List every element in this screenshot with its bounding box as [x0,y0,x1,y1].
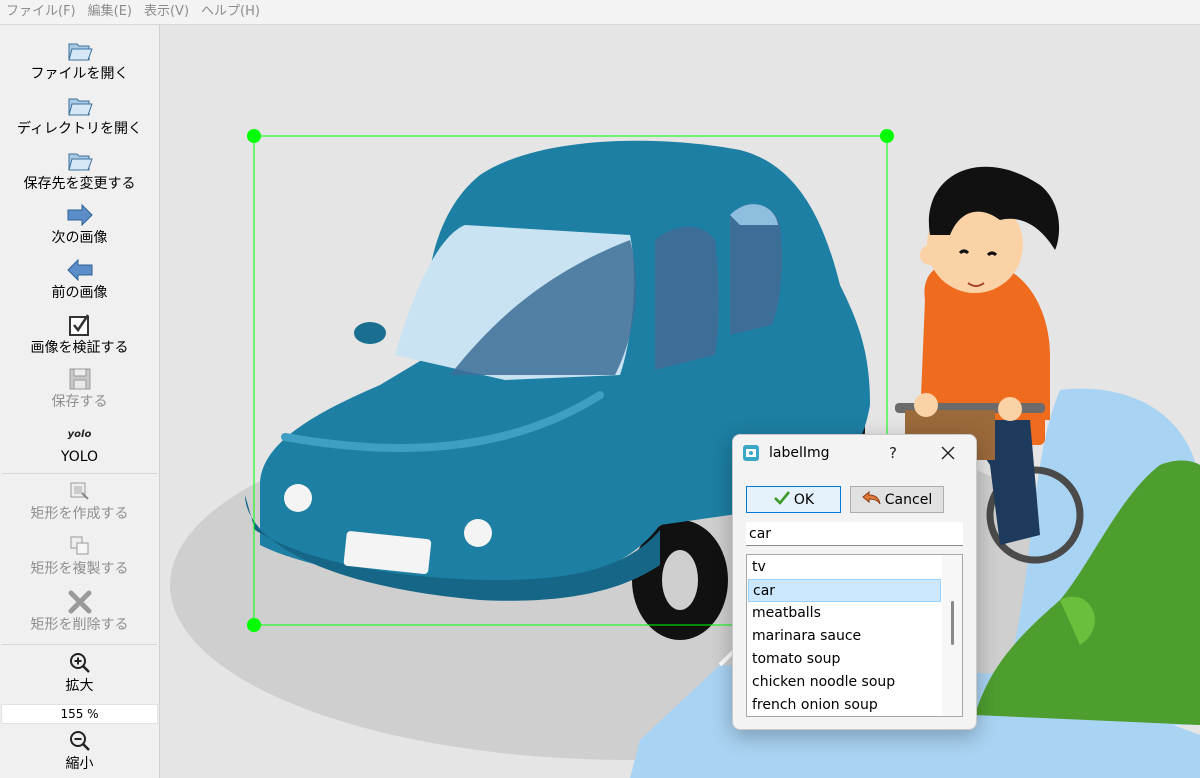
cancel-label: Cancel [884,491,933,508]
checkmark-icon [773,490,791,510]
bbox-handle [247,129,261,143]
save-button[interactable]: 保存する [0,365,159,411]
zoom-value-field[interactable]: 155 % [1,704,158,724]
list-item[interactable]: tomato soup [748,648,941,671]
arrow-right-icon [65,201,95,229]
zoom-out-label: 縮小 [65,756,94,772]
open-dir-button[interactable]: ディレクトリを開く [0,92,159,138]
folder-open-icon [65,92,95,120]
toolbar-divider [2,644,157,645]
ok-label: OK [793,491,815,508]
floppy-disk-icon [65,365,95,393]
open-file-button[interactable]: ファイルを開く [0,37,159,83]
dialog-title: labelImg [769,445,830,461]
checkbox-icon [65,311,95,339]
illustration [170,129,1200,778]
change-save-dir-label: 保存先を変更する [23,176,136,192]
save-label: 保存する [51,394,108,410]
verify-image-label: 画像を検証する [30,340,129,356]
bbox-handle [247,618,261,632]
list-scrollbar[interactable] [942,555,962,716]
list-item[interactable]: tv [748,556,941,579]
menu-edit[interactable]: 編集(E) [82,0,138,24]
next-image-button[interactable]: 次の画像 [0,201,159,247]
folder-open-icon [65,147,95,175]
close-icon[interactable] [936,441,960,465]
cancel-button[interactable]: Cancel [850,486,944,513]
format-label: YOLO [60,449,99,465]
list-item[interactable]: marinara sauce [748,625,941,648]
toolbar: ファイルを開く ディレクトリを開く 保存先を変更する 次の画像 前の画像 画像を… [0,25,160,778]
change-save-dir-button[interactable]: 保存先を変更する [0,147,159,193]
zoom-in-icon [65,649,95,677]
open-dir-label: ディレクトリを開く [16,121,143,137]
help-button[interactable]: ? [881,441,905,465]
menu-file[interactable]: ファイル(F) [0,0,82,24]
ok-button[interactable]: OK [746,486,841,513]
format-yolo-button[interactable]: yolo YOLO [0,420,159,466]
label-input[interactable]: car [746,522,963,546]
create-rect-button[interactable]: 矩形を作成する [0,477,159,523]
scrollbar-thumb[interactable] [951,601,954,645]
undo-arrow-icon [862,490,882,510]
menu-bar: ファイル(F) 編集(E) 表示(V) ヘルプ(H) [0,0,1200,25]
create-rect-icon [65,477,95,505]
list-item[interactable]: meatballs [748,602,941,625]
zoom-in-label: 拡大 [65,678,94,694]
prev-image-label: 前の画像 [51,285,108,301]
menu-view[interactable]: 表示(V) [138,0,195,24]
copy-icon [65,532,95,560]
list-item[interactable]: french onion soup [748,694,941,716]
labelimg-app-icon [742,444,760,462]
folder-open-icon [65,37,95,65]
arrow-left-icon [65,256,95,284]
menu-help[interactable]: ヘルプ(H) [195,0,266,24]
bbox-handle [880,129,894,143]
delete-rect-button[interactable]: 矩形を削除する [0,588,159,634]
image-canvas[interactable] [160,25,1200,778]
verify-image-button[interactable]: 画像を検証する [0,311,159,357]
list-item[interactable]: chicken noodle soup [748,671,941,694]
yolo-icon: yolo [67,428,92,440]
zoom-in-button[interactable]: 拡大 [0,649,159,695]
label-dialog: labelImg ? OK Cancel car tv car meatball… [732,434,977,730]
zoom-out-icon [65,727,95,755]
toolbar-divider [2,473,157,474]
dialog-titlebar: labelImg ? [733,435,976,471]
zoom-out-button[interactable]: 縮小 [0,727,159,773]
prev-image-button[interactable]: 前の画像 [0,256,159,302]
list-item-selected[interactable]: car [748,579,941,602]
delete-rect-label: 矩形を削除する [30,617,129,633]
delete-x-icon [65,588,95,616]
duplicate-rect-button[interactable]: 矩形を複製する [0,532,159,578]
next-image-label: 次の画像 [51,230,108,246]
label-list: tv car meatballs marinara sauce tomato s… [746,554,963,717]
open-file-label: ファイルを開く [30,66,129,82]
create-rect-label: 矩形を作成する [30,506,129,522]
duplicate-rect-label: 矩形を複製する [30,561,129,577]
